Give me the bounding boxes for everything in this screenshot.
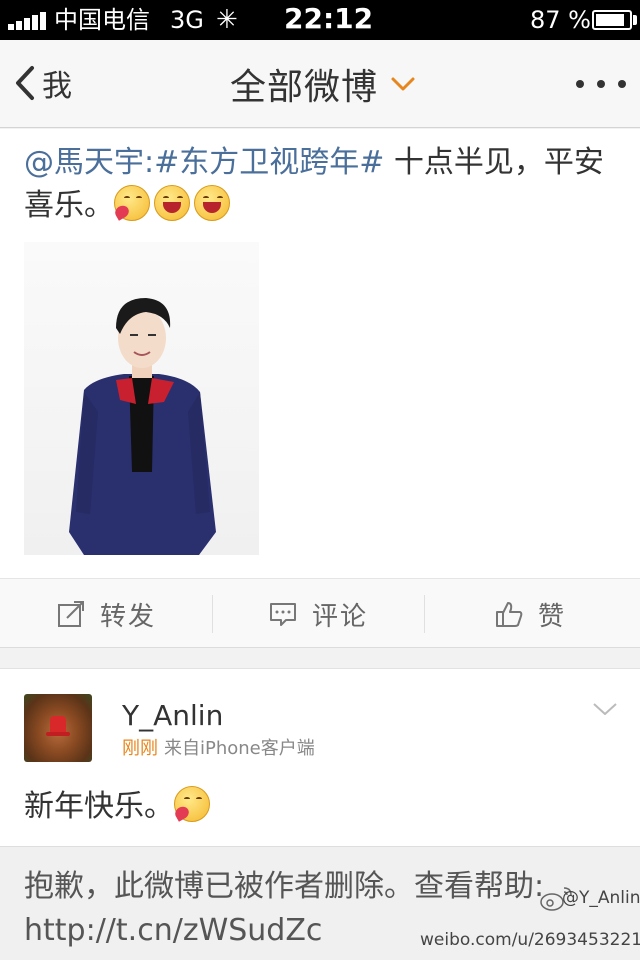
- more-dot: [618, 80, 626, 88]
- repost-label: 转发: [99, 601, 156, 632]
- back-label: 我: [42, 69, 72, 104]
- comment-label: 评论: [311, 601, 368, 632]
- clock: 22:12: [284, 2, 374, 35]
- comment-button[interactable]: 评论: [212, 579, 424, 649]
- weibo-watermark: @Y_Anlin weibo.com/u/2693453221: [420, 884, 640, 958]
- laugh-emoji-icon: [154, 185, 190, 221]
- chevron-left-icon: [16, 66, 34, 100]
- repost-button[interactable]: 转发: [0, 579, 212, 649]
- signal-strength-icon: [8, 12, 48, 30]
- feed-item[interactable]: Y_Anlin 刚刚 来自iPhone客户端 新年快乐。: [0, 668, 640, 846]
- thumbs-up-icon: [495, 602, 523, 627]
- battery-tip: [633, 15, 637, 25]
- network-type: 3G: [170, 6, 204, 34]
- like-label: 赞: [537, 601, 566, 632]
- laugh-emoji-icon: [194, 185, 230, 221]
- avatar[interactable]: [24, 694, 92, 762]
- comment-icon: [269, 603, 296, 626]
- feed-item-body: 新年快乐。: [24, 789, 174, 824]
- username[interactable]: Y_Anlin: [122, 699, 223, 733]
- repost-icon: [57, 601, 84, 627]
- timestamp: 刚刚: [122, 738, 158, 759]
- watermark-username: @Y_Anlin: [562, 888, 640, 908]
- more-dot: [597, 80, 605, 88]
- back-button[interactable]: 我: [8, 58, 72, 108]
- battery-icon: [592, 10, 632, 30]
- feed-item-text: 新年快乐。: [24, 785, 214, 829]
- post-meta: 刚刚 来自iPhone客户端: [122, 737, 315, 761]
- chevron-down-icon: [391, 77, 415, 91]
- post-action-bar: 转发 评论 赞: [0, 578, 640, 648]
- hashtag-link[interactable]: :#东方卫视跨年#: [144, 145, 384, 180]
- activity-spinner-icon: ✳: [216, 5, 238, 35]
- avatar-hat: [46, 716, 70, 736]
- chevron-down-icon[interactable]: [592, 699, 618, 719]
- carrier-name: 中国电信: [54, 6, 150, 34]
- battery-percentage: 87 %: [530, 6, 591, 34]
- kiss-emoji-icon: [114, 185, 150, 221]
- feed-group-selector[interactable]: 全部微博: [230, 60, 416, 108]
- status-bar: 中国电信 3G ✳ 22:12 87 %: [0, 0, 640, 40]
- post-source: 来自iPhone客户端: [164, 738, 315, 759]
- post-text: @馬天宇:#东方卫视跨年# 十点半见，平安喜乐。: [24, 141, 624, 227]
- more-options-button[interactable]: [576, 68, 626, 100]
- battery-level: [596, 14, 624, 26]
- like-button[interactable]: 赞: [424, 579, 636, 649]
- watermark-url: weibo.com/u/2693453221: [420, 930, 640, 950]
- navigation-bar: 我 全部微博: [0, 40, 640, 128]
- kiss-emoji-icon: [174, 786, 210, 822]
- page-title: 全部微博: [230, 67, 379, 108]
- person-photo-illustration: [69, 298, 216, 555]
- post-photo[interactable]: [24, 242, 259, 555]
- mention-link[interactable]: @馬天宇: [24, 145, 144, 180]
- more-dot: [576, 80, 584, 88]
